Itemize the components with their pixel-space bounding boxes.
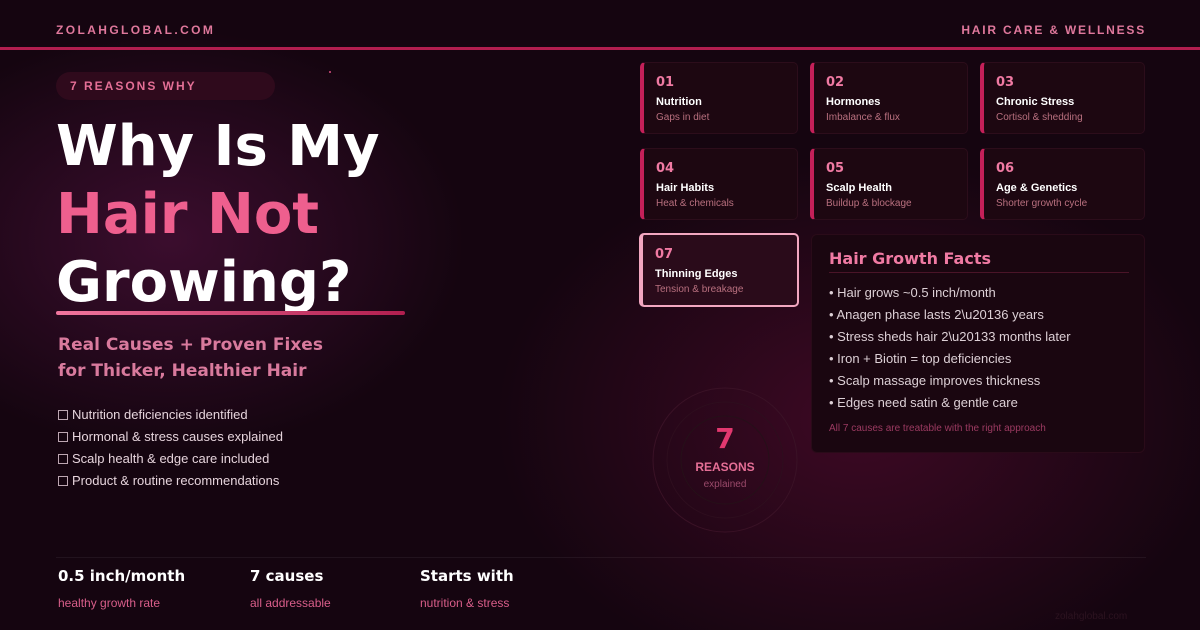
facts-title: Hair Growth Facts — [829, 249, 991, 268]
reason-card-hair-habits[interactable]: 04 Hair Habits Heat & chemicals — [640, 148, 798, 220]
counter-number: 7 — [715, 422, 735, 455]
fact-item: • Edges need satin & gentle care — [829, 395, 1018, 410]
reason-subtitle: Imbalance & flux — [826, 112, 900, 123]
stat-causes: 7 causes all addressable — [250, 567, 331, 610]
subtitle-line-1: Real Causes + Proven Fixes — [58, 335, 323, 355]
stat-starts-with: Starts with nutrition & stress — [420, 567, 514, 610]
reason-number: 06 — [996, 161, 1015, 176]
checkbox-icon — [58, 432, 68, 442]
checkbox-icon — [58, 454, 68, 464]
counter-subtext: explained — [703, 479, 747, 490]
reason-subtitle: Tension & breakage — [655, 284, 744, 295]
subtitle: Real Causes + Proven Fixes for Thicker, … — [58, 332, 323, 384]
facts-list: • Hair grows ~0.5 inch/month • Anagen ph… — [829, 285, 1071, 417]
reason-number: 04 — [656, 161, 675, 176]
reason-subtitle: Buildup & blockage — [826, 198, 912, 209]
reason-number: 02 — [826, 75, 845, 90]
reason-card-chronic-stress[interactable]: 03 Chronic Stress Cortisol & shedding — [980, 62, 1145, 134]
decorative-dot — [329, 71, 331, 73]
title-line-3: Growing? — [56, 250, 352, 315]
fact-item: • Hair grows ~0.5 inch/month — [829, 285, 996, 300]
reason-card-scalp-health[interactable]: 05 Scalp Health Buildup & blockage — [810, 148, 968, 220]
reason-number: 07 — [655, 247, 674, 262]
facts-divider — [829, 272, 1129, 273]
fact-item: • Scalp massage improves thickness — [829, 373, 1041, 388]
reason-subtitle: Cortisol & shedding — [996, 112, 1083, 123]
hair-growth-facts-panel: Hair Growth Facts • Hair grows ~0.5 inch… — [811, 234, 1145, 453]
reason-subtitle: Shorter growth cycle — [996, 198, 1088, 209]
stat-label: healthy growth rate — [58, 596, 161, 610]
stat-label: all addressable — [250, 596, 331, 610]
reason-subtitle: Heat & chemicals — [656, 198, 734, 209]
stat-growth-rate: 0.5 inch/month healthy growth rate — [58, 567, 185, 610]
reason-subtitle: Gaps in diet — [656, 112, 710, 123]
checkbox-icon — [58, 410, 68, 420]
feature-label: Hormonal & stress causes explained — [72, 429, 283, 444]
reason-title: Nutrition — [656, 96, 702, 108]
feature-label: Nutrition deficiencies identified — [72, 407, 248, 422]
reason-card-thinning-edges[interactable]: 07 Thinning Edges Tension & breakage — [639, 233, 799, 307]
stat-value: 7 causes — [250, 567, 324, 585]
reasons-pill: 7 REASONS WHY — [56, 72, 275, 100]
reason-title: Hormones — [826, 96, 881, 108]
stats-divider — [56, 557, 1146, 558]
section-label: HAIR CARE & WELLNESS — [961, 23, 1146, 37]
reason-title: Thinning Edges — [655, 268, 738, 280]
feature-item: Product & routine recommendations — [58, 470, 283, 492]
subtitle-line-2: for Thicker, Healthier Hair — [58, 361, 307, 381]
title-line-1: Why Is My — [56, 114, 380, 179]
reason-title: Chronic Stress — [996, 96, 1075, 108]
reason-card-hormones[interactable]: 02 Hormones Imbalance & flux — [810, 62, 968, 134]
stat-value: Starts with — [420, 567, 514, 585]
reason-number: 05 — [826, 161, 845, 176]
reason-title: Scalp Health — [826, 182, 893, 194]
site-name[interactable]: ZOLAHGLOBAL.COM — [56, 23, 215, 37]
watermark: zolahglobal.com — [1055, 611, 1128, 622]
feature-label: Scalp health & edge care included — [72, 451, 270, 466]
feature-item: Nutrition deficiencies identified — [58, 404, 283, 426]
fact-item: • Iron + Biotin = top deficiencies — [829, 351, 1012, 366]
stat-label: nutrition & stress — [420, 596, 510, 610]
feature-label: Product & routine recommendations — [72, 473, 280, 488]
reasons-counter: 7 REASONS explained — [645, 422, 805, 490]
reason-card-nutrition[interactable]: 01 Nutrition Gaps in diet — [640, 62, 798, 134]
counter-word: REASONS — [695, 460, 755, 474]
title-underline — [56, 311, 405, 315]
reason-title: Age & Genetics — [996, 182, 1078, 194]
fact-item: • Anagen phase lasts 2\u20136 years — [829, 307, 1044, 322]
title-line-2: Hair Not — [56, 182, 320, 247]
page-title: Why Is My Hair Not Growing? — [56, 113, 380, 317]
reason-number: 03 — [996, 75, 1015, 90]
reason-number: 01 — [656, 75, 675, 90]
checkbox-icon — [58, 476, 68, 486]
fact-item: • Stress sheds hair 2\u20133 months late… — [829, 329, 1071, 344]
reason-card-age-genetics[interactable]: 06 Age & Genetics Shorter growth cycle — [980, 148, 1145, 220]
feature-item: Hormonal & stress causes explained — [58, 426, 283, 448]
feature-list: Nutrition deficiencies identified Hormon… — [58, 404, 283, 492]
reason-title: Hair Habits — [656, 182, 715, 194]
top-bar: ZOLAHGLOBAL.COM HAIR CARE & WELLNESS — [0, 0, 1200, 50]
feature-item: Scalp health & edge care included — [58, 448, 283, 470]
facts-footnote: All 7 causes are treatable with the righ… — [829, 423, 1046, 434]
stat-value: 0.5 inch/month — [58, 567, 186, 585]
